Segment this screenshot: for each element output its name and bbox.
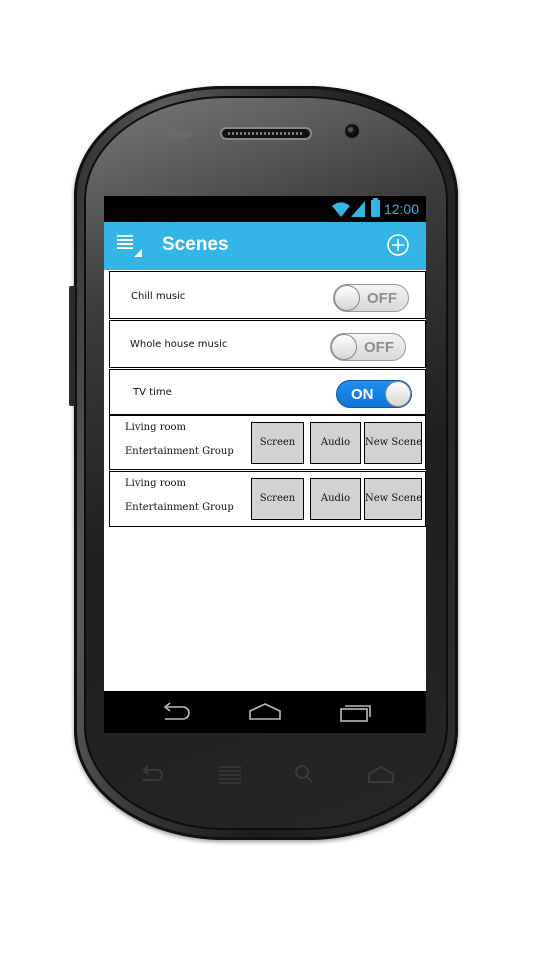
group-row: Living room Entertainment Group Screen A…	[109, 415, 426, 470]
navigation-bar	[104, 691, 426, 733]
light-sensor	[178, 129, 192, 139]
scene-label: Whole house music	[130, 339, 228, 350]
add-scene-icon[interactable]	[387, 234, 409, 256]
toggle-state: ON	[351, 386, 374, 403]
battery-icon	[371, 198, 380, 217]
status-bar: 12:00	[104, 196, 426, 222]
back-icon[interactable]	[159, 701, 193, 723]
group-room: Living room	[125, 478, 187, 489]
scene-label: Chill music	[131, 291, 186, 302]
home-icon[interactable]	[248, 701, 282, 723]
scene-row-whole-house-music[interactable]: Whole house music OFF	[109, 320, 426, 368]
page-title: Scenes	[162, 234, 229, 255]
toggle-knob	[334, 285, 360, 311]
menu-icon[interactable]	[116, 233, 144, 259]
new-scene-button[interactable]: New Scene	[364, 478, 422, 520]
screen-button[interactable]: Screen	[251, 478, 304, 520]
hardware-search-icon	[295, 765, 313, 783]
group-row: Living room Entertainment Group Screen A…	[109, 471, 426, 527]
screen-button[interactable]: Screen	[251, 422, 304, 464]
earpiece-speaker	[220, 127, 312, 140]
group-name: Entertainment Group	[125, 502, 234, 513]
scene-label: TV time	[133, 387, 172, 398]
hardware-home-icon	[368, 765, 394, 783]
scene-row-tv-time[interactable]: TV time ON	[109, 369, 426, 415]
status-time: 12:00	[383, 201, 419, 217]
hardware-menu-icon	[219, 766, 241, 784]
new-scene-button[interactable]: New Scene	[364, 422, 422, 464]
audio-button[interactable]: Audio	[310, 422, 361, 464]
group-name: Entertainment Group	[125, 446, 234, 457]
toggle-knob	[385, 381, 411, 407]
audio-button[interactable]: Audio	[310, 478, 361, 520]
scene-toggle[interactable]: ON	[336, 380, 412, 408]
screen: 12:00 Scenes Chill music OFF Whole house…	[104, 196, 426, 733]
toggle-state: OFF	[364, 339, 394, 356]
toggle-state: OFF	[367, 290, 397, 307]
scene-row-chill-music[interactable]: Chill music OFF	[109, 271, 426, 319]
scene-toggle[interactable]: OFF	[333, 284, 409, 312]
toggle-knob	[331, 334, 357, 360]
action-bar: Scenes	[104, 222, 426, 270]
front-camera	[345, 124, 359, 138]
signal-icon	[351, 201, 365, 217]
wifi-icon	[332, 202, 350, 217]
group-room: Living room	[125, 422, 187, 433]
scene-toggle[interactable]: OFF	[330, 333, 406, 361]
recent-apps-icon[interactable]	[338, 701, 372, 723]
hardware-back-icon	[142, 765, 163, 781]
volume-button	[69, 286, 75, 406]
